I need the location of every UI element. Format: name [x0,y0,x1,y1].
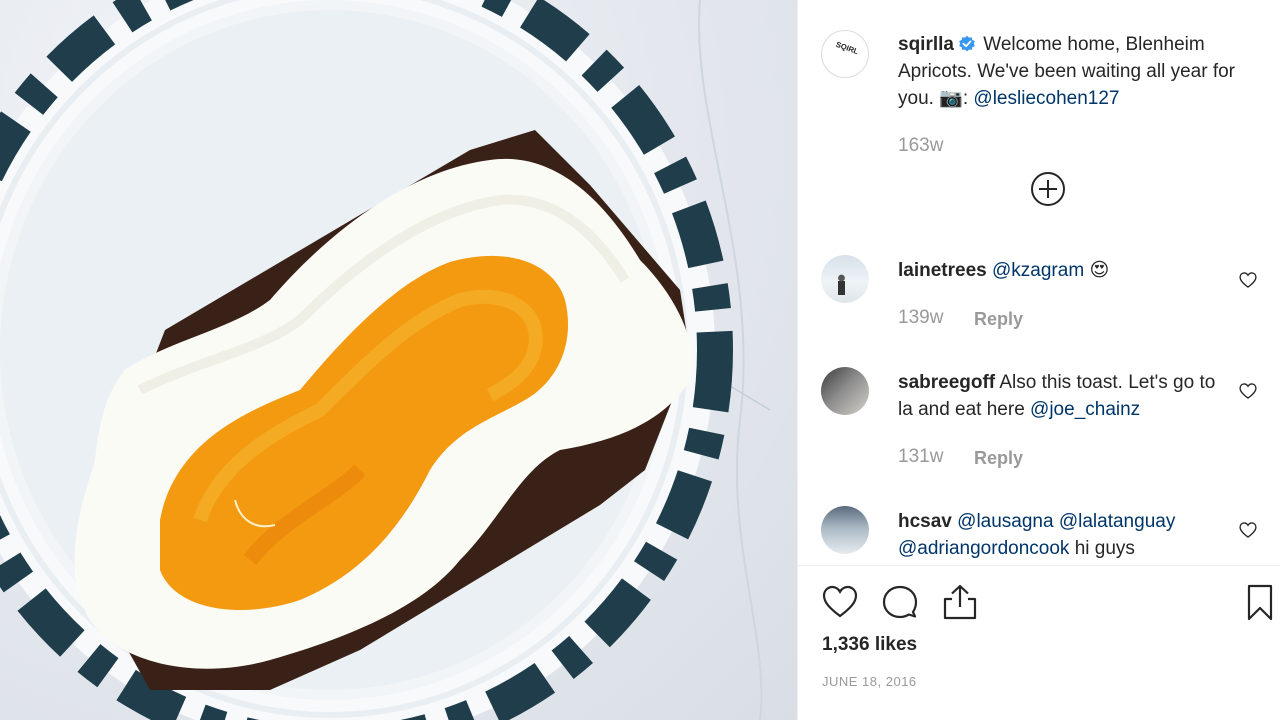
comment-mention[interactable]: @joe_chainz [1030,399,1140,420]
post-details-panel: SQIRL sqirlla Welcome home, Blenheim Apr… [797,0,1280,720]
comment: hcsav @lausagna @lalatanguay @adriangord… [898,508,1228,562]
likes-count[interactable]: 1,336 likes [822,634,917,656]
comment: sabreegoff Also this toast. Let's go to … [898,369,1228,423]
avatar-photo [838,274,845,295]
comment-body: hi guys [1074,538,1135,559]
comment-like-icon[interactable] [1238,270,1258,290]
comment-like-icon[interactable] [1238,381,1258,401]
post-image [0,0,771,720]
share-icon[interactable] [940,582,980,622]
comment-mention[interactable]: @kzagram [992,260,1084,281]
caption-mention[interactable]: @lesliecohen127 [973,88,1119,109]
comment-username[interactable]: sabreegoff [898,372,995,393]
comment-icon[interactable] [880,582,920,622]
comment-emoji: 😍 [1089,260,1110,281]
sqirl-logo-icon: SQIRL [823,32,867,76]
commenter-avatar[interactable] [821,367,869,415]
post-caption: sqirlla Welcome home, Blenheim Apricots.… [898,31,1248,112]
commenter-avatar[interactable] [821,506,869,554]
author-username[interactable]: sqirlla [898,34,954,55]
comment: lainetrees @kzagram 😍 [898,257,1228,284]
heart-icon[interactable] [820,582,860,622]
load-more-icon[interactable] [1030,171,1066,207]
post-time[interactable]: 163w [898,135,943,157]
post-date[interactable]: JUNE 18, 2016 [822,674,917,689]
reply-button[interactable]: Reply [974,448,1023,469]
commenter-avatar[interactable] [821,255,869,303]
verified-badge-icon [959,35,975,52]
comment-username[interactable]: hcsav [898,511,952,532]
author-avatar[interactable]: SQIRL [821,30,869,78]
reply-button[interactable]: Reply [974,309,1023,330]
bookmark-icon[interactable] [1240,582,1280,622]
post-photo[interactable] [0,0,797,720]
comment-time[interactable]: 131w [898,446,943,468]
comment-time[interactable]: 139w [898,307,943,329]
comment-username[interactable]: lainetrees [898,260,987,281]
actions-divider [798,565,1280,566]
comment-like-icon[interactable] [1238,520,1258,540]
